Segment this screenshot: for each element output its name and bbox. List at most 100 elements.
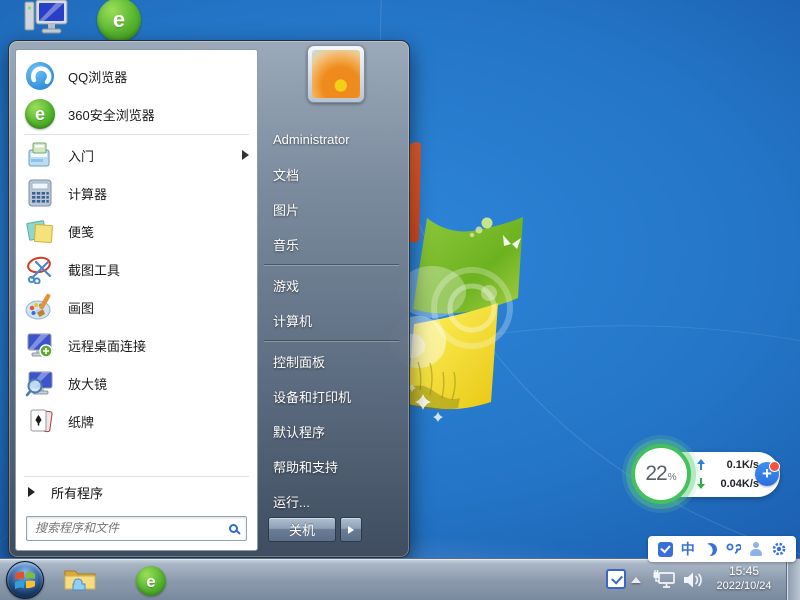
shutdown-button[interactable]: 关机 (268, 517, 336, 542)
calculator-icon (24, 177, 56, 209)
getting-started-icon (24, 139, 56, 171)
taskbar-explorer-button[interactable] (62, 565, 98, 595)
tray-show-hidden-icons[interactable] (631, 577, 641, 583)
windows-logo-icon (14, 570, 36, 590)
all-programs-button[interactable]: 所有程序 (16, 478, 257, 506)
download-speed: 0.04K/s (709, 478, 759, 490)
menu-item-label: 入门 (68, 146, 94, 165)
menu-item-help-support[interactable]: 帮助和支持 (258, 449, 405, 484)
shutdown-options-button[interactable] (340, 517, 362, 542)
menu-item-label: 放大镜 (68, 374, 107, 393)
tray-network-icon[interactable] (652, 569, 678, 591)
menu-item-solitaire[interactable]: 纸牌 (16, 402, 257, 440)
search-row (16, 506, 257, 550)
shutdown-controls: 关机 (268, 517, 362, 542)
menu-separator (264, 264, 399, 266)
desktop-icon-computer[interactable] (22, 0, 70, 45)
menu-item-default-programs[interactable]: 默认程序 (258, 414, 405, 449)
start-menu-right-panel: Administrator 文档 图片 音乐 游戏 计算机 控制面板 设备和打印… (258, 41, 405, 543)
menu-spacer (16, 440, 257, 475)
ime-status-icon[interactable] (656, 540, 674, 558)
search-box (26, 516, 247, 541)
menu-item-pictures[interactable]: 图片 (258, 192, 405, 227)
menu-item-run[interactable]: 运行... (258, 484, 405, 519)
memory-usage-ball[interactable]: 22 % (631, 444, 691, 504)
menu-separator (24, 476, 249, 477)
ime-user-skin-icon[interactable] (747, 540, 765, 558)
taskbar (0, 558, 800, 600)
tray-volume-icon[interactable] (682, 570, 704, 590)
menu-item-sticky-notes[interactable]: 便笺 (16, 212, 257, 250)
menu-item-360-browser[interactable]: e 360安全浏览器 (16, 95, 257, 133)
tray-checkbox-icon[interactable] (606, 569, 626, 589)
qq-browser-icon (24, 60, 56, 92)
menu-item-computer[interactable]: 计算机 (258, 303, 405, 338)
network-speeds: 0.1K/s 0.04K/s (697, 455, 759, 493)
menu-separator (24, 134, 249, 135)
percent-unit: % (668, 472, 677, 483)
all-programs-arrow-icon (28, 487, 35, 497)
solitaire-icon (24, 405, 56, 437)
start-menu: QQ浏览器 e 360安全浏览器 入门 计算器 (8, 40, 410, 558)
tray-date: 2022/10/24 (702, 579, 786, 594)
avatar-flower-image (312, 50, 360, 98)
search-input[interactable] (33, 520, 229, 536)
ime-chinese-mode-button[interactable]: 中 (679, 540, 697, 558)
menu-item-snipping-tool[interactable]: 截图工具 (16, 250, 257, 288)
folder-icon (63, 566, 97, 594)
menu-item-label: 远程桌面连接 (68, 336, 146, 355)
ime-language-bar: 中 (648, 536, 796, 562)
menu-item-documents[interactable]: 文档 (258, 157, 405, 192)
menu-item-qq-browser[interactable]: QQ浏览器 (16, 57, 257, 95)
tray-time: 15:45 (702, 564, 786, 579)
search-icon[interactable] (229, 524, 238, 533)
windows7-wallpaper-flag (390, 140, 540, 430)
menu-item-music[interactable]: 音乐 (258, 227, 405, 262)
menu-item-label: 计算器 (68, 184, 107, 203)
show-desktop-button[interactable] (786, 559, 800, 600)
computer-icon (22, 0, 70, 40)
menu-item-control-panel[interactable]: 控制面板 (258, 344, 405, 379)
ime-fullwidth-moon-icon[interactable] (702, 540, 720, 558)
submenu-arrow-icon (242, 150, 249, 160)
ime-settings-gear-icon[interactable] (770, 540, 788, 558)
menu-item-label: 纸牌 (68, 412, 94, 431)
tray-clock[interactable]: 15:45 2022/10/24 (702, 564, 786, 594)
upload-speed: 0.1K/s (709, 459, 759, 471)
menu-item-label: QQ浏览器 (68, 67, 127, 86)
menu-item-devices-printers[interactable]: 设备和打印机 (258, 379, 405, 414)
start-menu-left-panel: QQ浏览器 e 360安全浏览器 入门 计算器 (15, 49, 258, 551)
user-avatar[interactable] (307, 45, 365, 103)
menu-item-label: 截图工具 (68, 260, 120, 279)
desktop-icon-360-browser[interactable]: e (97, 0, 141, 42)
menu-item-getting-started[interactable]: 入门 (16, 136, 257, 174)
menu-item-games[interactable]: 游戏 (258, 268, 405, 303)
360-browser-icon: e (113, 9, 125, 31)
360-browser-icon: e (24, 98, 56, 130)
speed-widget: 0.1K/s 0.04K/s + 22 % (631, 444, 781, 506)
download-arrow-icon (697, 478, 706, 489)
snipping-tool-icon (24, 253, 56, 285)
magnifier-icon (24, 367, 56, 399)
widget-plus-button[interactable]: + (755, 462, 779, 486)
taskbar-360-browser-button[interactable]: e (136, 566, 166, 596)
menu-item-magnifier[interactable]: 放大镜 (16, 364, 257, 402)
ime-punctuation-icon[interactable] (724, 540, 742, 558)
menu-item-label: 便笺 (68, 222, 94, 241)
menu-item-remote-desktop[interactable]: 远程桌面连接 (16, 326, 257, 364)
all-programs-label: 所有程序 (51, 483, 103, 502)
menu-item-label: 画图 (68, 298, 94, 317)
upload-arrow-icon (697, 459, 706, 470)
desktop: e 0.1K/s 0.04K/s + 22 % (0, 0, 800, 600)
menu-item-calculator[interactable]: 计算器 (16, 174, 257, 212)
remote-desktop-icon (24, 329, 56, 361)
memory-percent: 22 (645, 462, 666, 486)
menu-separator (264, 340, 399, 342)
menu-item-paint[interactable]: 画图 (16, 288, 257, 326)
menu-item-user[interactable]: Administrator (258, 121, 405, 157)
start-button[interactable] (6, 561, 44, 599)
menu-item-label: 360安全浏览器 (68, 105, 155, 124)
sticky-notes-icon (24, 215, 56, 247)
shutdown-arrow-icon (348, 526, 354, 534)
paint-icon (24, 291, 56, 323)
